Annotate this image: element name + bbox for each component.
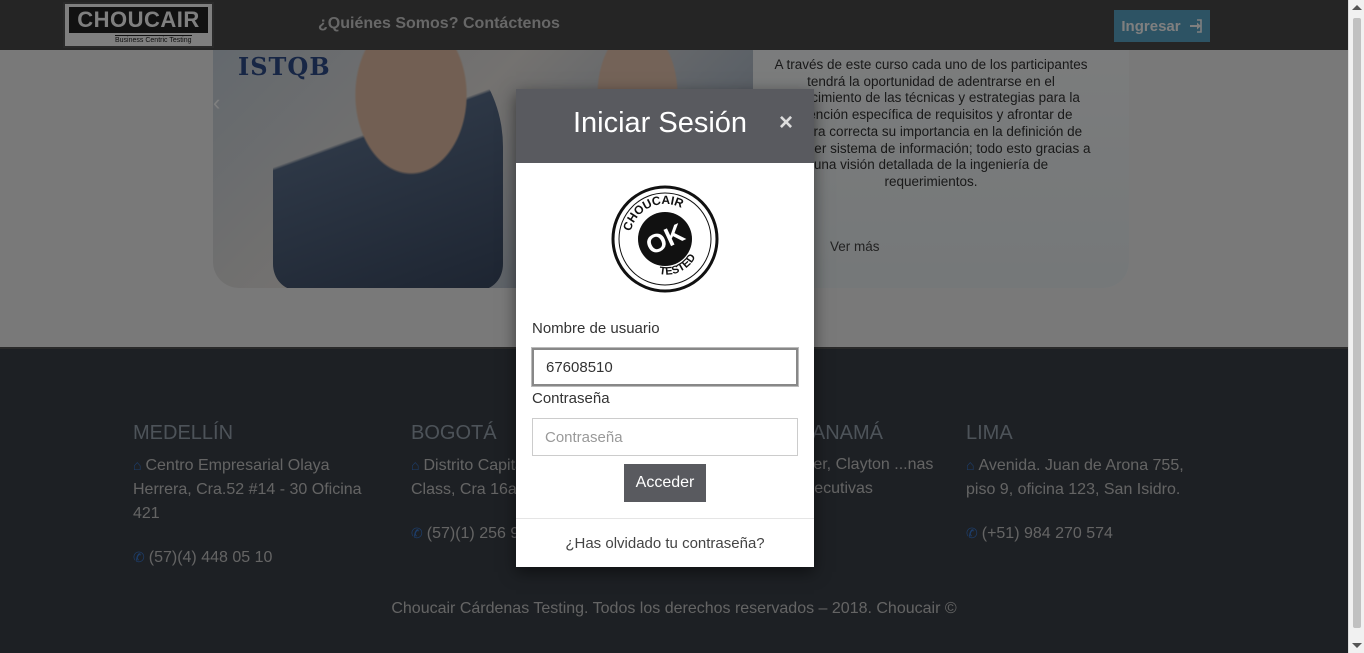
scroll-thumb[interactable] xyxy=(1353,18,1361,628)
page-scrollbar[interactable] xyxy=(1348,0,1364,653)
forgot-password-link[interactable]: ¿Has olvidado tu contraseña? xyxy=(516,535,814,552)
password-input[interactable] xyxy=(532,418,798,456)
modal-header: Iniciar Sesión × xyxy=(516,89,814,163)
modal-title: Iniciar Sesión xyxy=(572,107,748,139)
scroll-up-icon[interactable] xyxy=(1352,5,1362,10)
username-label: Nombre de usuario xyxy=(532,320,660,337)
acceder-button[interactable]: Acceder xyxy=(624,464,706,502)
modal-footer: ¿Has olvidado tu contraseña? xyxy=(516,518,814,567)
scroll-down-icon[interactable] xyxy=(1352,643,1362,648)
login-modal: Iniciar Sesión × OK CHOUCAIR TESTED Nomb… xyxy=(516,89,814,567)
username-input[interactable] xyxy=(532,348,798,386)
close-icon[interactable]: × xyxy=(779,109,793,137)
password-label: Contraseña xyxy=(532,390,610,407)
choucair-ok-tested-logo: OK CHOUCAIR TESTED xyxy=(611,184,719,293)
